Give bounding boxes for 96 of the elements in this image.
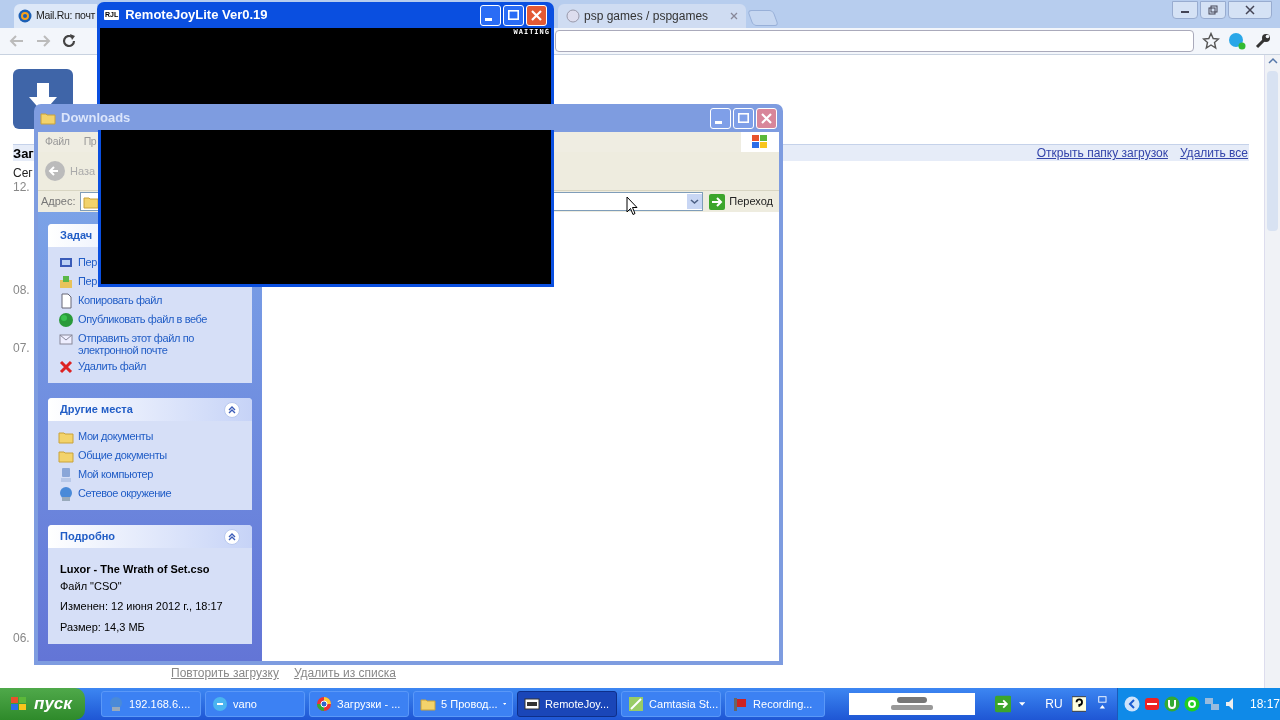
file-type: Файл "CSO" (60, 578, 123, 594)
clock: 18:17 (1249, 696, 1280, 713)
taskbar-item[interactable]: Camtasia St... (621, 691, 722, 717)
windows-logo-icon (10, 696, 28, 712)
record-icon (732, 696, 749, 712)
network-icon (58, 486, 74, 502)
task-link[interactable]: Отправить этот файл по электронной почте (78, 331, 240, 356)
move-icon (58, 274, 74, 290)
taskbar-item[interactable]: RemoteJoy... (517, 691, 618, 717)
menu-item[interactable]: Файл (45, 134, 70, 150)
star-icon[interactable] (1202, 32, 1220, 50)
dropdown-caret-icon[interactable] (687, 194, 703, 209)
search-field[interactable] (848, 693, 975, 715)
globe-icon (58, 312, 74, 328)
scrollbar-thumb[interactable] (1267, 71, 1278, 231)
close-button[interactable] (1228, 1, 1272, 19)
maximize-icon (738, 113, 749, 123)
right-arrow-icon (709, 193, 726, 210)
help-icon[interactable] (1071, 696, 1087, 712)
restore-button[interactable] (1200, 1, 1226, 19)
computer-icon (58, 467, 74, 483)
folder-icon (58, 448, 74, 464)
browser-tab[interactable]: Mail.Ru: почт (14, 4, 97, 28)
close-icon (531, 9, 542, 21)
browser-tab[interactable]: psp games / pspgames (558, 4, 746, 28)
date-label: 12. (13, 181, 30, 194)
browser-icon (316, 696, 333, 712)
taskbar-item[interactable]: vano (205, 691, 306, 717)
folder-icon (420, 696, 437, 712)
torrent-icon[interactable] (1163, 696, 1180, 712)
skype-icon[interactable] (1228, 32, 1246, 50)
delete-icon (58, 359, 74, 375)
language-indicator[interactable]: RU (1045, 695, 1063, 713)
page-link[interactable]: Открыть папку загрузок (1036, 144, 1168, 162)
reload-icon[interactable] (60, 32, 78, 50)
task-link[interactable]: Удалить файл (78, 359, 146, 372)
file-name: Luxor - The Wrath of Set.cso (60, 562, 211, 577)
at-sign-icon (18, 9, 32, 23)
go-button[interactable]: Переход (707, 193, 775, 210)
scrollbar[interactable] (1264, 55, 1280, 688)
close-icon[interactable] (730, 12, 738, 20)
download-action-link[interactable]: Удалить из списка (293, 664, 396, 682)
file-detail: Размер: 14,3 МБ (60, 619, 146, 635)
taskbar-item[interactable]: 5 Провод... (413, 691, 514, 717)
task-link[interactable]: Копировать файл (78, 293, 162, 306)
task-link[interactable]: Мой компьютер (78, 467, 153, 480)
minimize-icon (485, 17, 492, 21)
folder-icon (40, 110, 56, 126)
download-action-link[interactable]: Повторить загрузку (171, 664, 279, 682)
copy-icon (58, 293, 74, 309)
wrench-icon[interactable] (1254, 32, 1272, 50)
chevron-left-icon[interactable] (1123, 696, 1140, 712)
address-label: Адрес: (41, 194, 76, 210)
restore-icon (1208, 5, 1218, 15)
collapse-chevron-icon[interactable] (224, 528, 240, 545)
menu-item[interactable]: Пр (83, 134, 97, 150)
globe-icon (566, 9, 580, 23)
date-label: 07. (13, 342, 30, 355)
windows-logo-icon (751, 134, 769, 150)
minimize-button[interactable] (1172, 1, 1198, 19)
page-link[interactable]: Удалить все (1179, 144, 1248, 162)
panel-title[interactable]: Задач (60, 227, 93, 244)
file-detail: Изменен: 12 июня 2012 г., 18:17 (60, 599, 224, 614)
at-sign-icon[interactable] (1183, 696, 1200, 712)
maximize-button[interactable] (733, 107, 754, 129)
date-heading: Сег (13, 167, 33, 180)
window-title: Downloads (61, 109, 132, 128)
date-label: 08. (13, 284, 30, 297)
close-icon (761, 112, 772, 124)
task-link[interactable]: Пер (78, 274, 97, 287)
page-heading: Заг (13, 146, 34, 160)
minimize-icon (715, 120, 722, 124)
maximize-button[interactable] (503, 4, 524, 26)
start-button[interactable]: пуск (0, 688, 85, 720)
chat-icon (212, 696, 229, 712)
task-link[interactable]: Пер (78, 255, 97, 268)
date-label: 06. (13, 632, 30, 645)
tray-app-icon[interactable] (1143, 696, 1160, 712)
address-field[interactable] (555, 30, 1194, 52)
caret-icon[interactable] (1018, 702, 1026, 706)
window-title: RemoteJoyLite Ver0.19 (125, 6, 269, 25)
maximize-icon (508, 10, 519, 20)
camtasia-icon (628, 696, 645, 712)
taskbar-item[interactable]: 192.168.6.... (101, 691, 202, 717)
collapse-chevron-icon[interactable] (224, 401, 240, 418)
task-link[interactable]: Сетевое окружение (78, 486, 172, 499)
task-link[interactable]: Общие документы (78, 448, 167, 461)
network-icon (108, 696, 125, 712)
task-link[interactable]: Мои документы (78, 429, 153, 442)
close-icon (1245, 5, 1255, 15)
task-link[interactable]: Опубликовать файл в вебе (78, 312, 208, 325)
mail-icon (58, 331, 74, 347)
rjl-icon (524, 696, 541, 712)
taskbar-item[interactable]: Recording... (725, 691, 826, 717)
taskbar-item[interactable]: Загрузки - ... (309, 691, 410, 717)
folder-icon (58, 429, 74, 445)
